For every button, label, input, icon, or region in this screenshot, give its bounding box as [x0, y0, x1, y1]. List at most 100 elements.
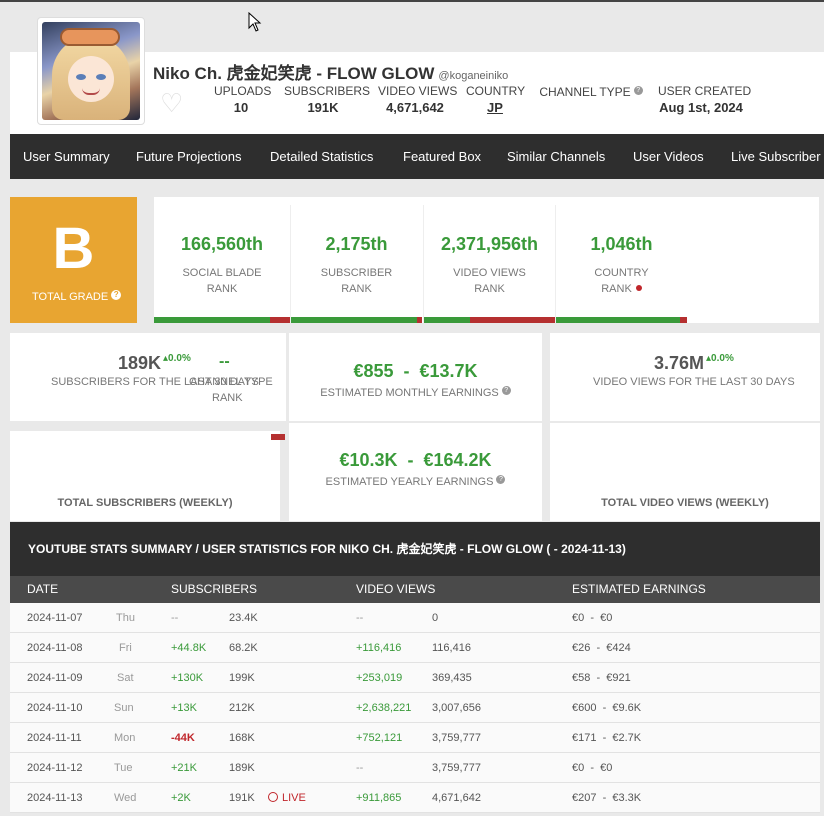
cell-date: 2024-11-12 [27, 762, 83, 774]
tab-live-subscriber[interactable]: Live Subscriber [731, 134, 821, 179]
japan-flag-icon [635, 285, 642, 291]
window-top-border [0, 0, 824, 2]
cell-day: Mon [114, 732, 136, 744]
stat-country: COUNTRY JP [466, 84, 526, 115]
favorite-heart-icon[interactable]: ♡ [160, 90, 188, 116]
cell-earnings: €600 - €9.6K [572, 702, 642, 714]
country-link[interactable]: JP [466, 100, 524, 115]
rank-panel: 166,560th SOCIAL BLADE RANK 2,175th SUBSC… [154, 197, 819, 323]
channel-avatar[interactable] [37, 17, 145, 125]
cell-views: 116,416 [432, 642, 471, 654]
cell-day: Wed [114, 792, 137, 804]
tab-navigation: User Summary Future Projections Detailed… [10, 134, 824, 179]
stats-table-title: YOUTUBE STATS SUMMARY / USER STATISTICS … [10, 522, 820, 576]
help-icon[interactable]: ? [633, 86, 643, 95]
stat-video-views: VIDEO VIEWS 4,671,642 [378, 84, 458, 115]
channel-handle[interactable]: @koganeiniko [438, 70, 508, 82]
rank-social-blade: 166,560th SOCIAL BLADE RANK [154, 205, 290, 323]
cell-views: 4,671,642 [432, 792, 481, 804]
cell-views: 3,759,777 [432, 732, 481, 744]
cell-view-change: -- [356, 612, 364, 624]
cell-sub-change: -- [171, 612, 179, 624]
rank-video-views: 2,371,956th VIDEO VIEWS RANK [423, 205, 555, 323]
cell-view-change: +911,865 [356, 792, 402, 804]
cell-view-change: +2,638,221 [356, 702, 412, 714]
mouse-cursor-icon [248, 12, 262, 32]
cell-subs: 168K [229, 732, 255, 744]
cell-views: 369,435 [432, 672, 472, 684]
cell-date: 2024-11-07 [27, 612, 83, 624]
cell-views: 0 [432, 612, 439, 624]
stat-user-created: USER CREATED Aug 1st, 2024 [658, 84, 752, 115]
col-date: DATE [27, 582, 59, 596]
total-grade-box: B TOTAL GRADE? [10, 197, 137, 323]
cell-day: Tue [114, 762, 133, 774]
cell-view-change: +752,121 [356, 732, 403, 744]
stat-uploads: UPLOADS 10 [214, 84, 272, 115]
cell-subs: 189K [229, 762, 255, 774]
cell-earnings: €0 - €0 [572, 612, 613, 624]
cell-views: 3,759,777 [432, 762, 481, 774]
rank-bar [556, 317, 687, 323]
cell-date: 2024-11-13 [27, 792, 83, 804]
stats-table-header: DATE SUBSCRIBERS VIDEO VIEWS ESTIMATED E… [10, 576, 820, 603]
cell-subs: 23.4K [229, 612, 258, 624]
cell-earnings: €0 - €0 [572, 762, 613, 774]
rank-bar [291, 317, 422, 323]
cell-day: Thu [116, 612, 135, 624]
channel-title: Niko Ch. 虎金妃笑虎 - FLOW GLOW @koganeiniko [153, 59, 508, 84]
cell-date: 2024-11-10 [27, 702, 83, 714]
grade-help-icon[interactable]: ? [111, 290, 122, 300]
live-clock-icon [268, 792, 278, 802]
cell-subs: 212K [229, 702, 255, 714]
cell-date: 2024-11-09 [27, 672, 83, 684]
total-video-views-weekly-panel: TOTAL VIDEO VIEWS (WEEKLY) [550, 423, 820, 521]
help-icon[interactable]: ? [501, 386, 511, 395]
cell-earnings: €171 - €2.7K [572, 732, 642, 744]
live-badge[interactable]: LIVE [268, 783, 306, 813]
table-row: 2024-11-12 Tue +21K 189K -- 3,759,777 €0 - €0 [10, 753, 820, 783]
cell-sub-change: +44.8K [171, 642, 207, 654]
total-subscribers-weekly-panel: TOTAL SUBSCRIBERS (WEEKLY) [10, 431, 285, 521]
col-video-views: VIDEO VIEWS [356, 582, 436, 596]
col-subscribers: SUBSCRIBERS [171, 582, 258, 596]
cell-sub-change: +130K [171, 672, 204, 684]
table-row: 2024-11-13 Wed +2K 191K +911,865 4,671,642 €20… [10, 783, 820, 813]
cell-day: Sat [117, 672, 134, 684]
table-row: 2024-11-11 Mon -44K 168K +752,121 3,759,777 €1… [10, 723, 820, 753]
cell-day: Sun [114, 702, 134, 714]
cell-views: 3,007,656 [432, 702, 481, 714]
cell-subs: 68.2K [229, 642, 258, 654]
tab-user-videos[interactable]: User Videos [633, 134, 704, 179]
table-row: 2024-11-07 Thu -- 23.4K -- 0 €0 - €0 [10, 603, 820, 633]
grade-letter: B [52, 216, 95, 281]
monthly-earnings-panel: €855 - €13.7K ESTIMATED MONTHLY EARNINGS… [289, 333, 542, 421]
cell-subs: 191K [229, 792, 255, 804]
subscribers-30-days-panel: 189K ▴0.0% SUBSCRIBERS FOR THE LAST 30 DA… [10, 333, 286, 421]
cell-view-change: -- [356, 762, 364, 774]
channel-name: Niko Ch. 虎金妃笑虎 - FLOW GLOW [153, 64, 435, 83]
rank-bar [154, 317, 290, 323]
tab-user-summary[interactable]: User Summary [23, 134, 110, 179]
cell-view-change: +116,416 [356, 642, 402, 654]
tab-future-projections[interactable]: Future Projections [136, 134, 242, 179]
help-icon[interactable]: ? [496, 475, 506, 484]
grade-label: TOTAL GRADE [32, 291, 109, 303]
cell-date: 2024-11-08 [27, 642, 83, 654]
tab-detailed-statistics[interactable]: Detailed Statistics [270, 134, 373, 179]
cell-sub-change: +13K [171, 702, 197, 714]
col-estimated-earnings: ESTIMATED EARNINGS [572, 582, 706, 596]
cell-sub-change: -44K [171, 732, 195, 744]
yearly-earnings-panel: €10.3K - €164.2K ESTIMATED YEARLY EARNIN… [289, 423, 542, 521]
rank-subscriber: 2,175th SUBSCRIBER RANK [290, 205, 422, 323]
avatar-image [42, 22, 140, 120]
cell-date: 2024-11-11 [27, 732, 82, 744]
table-row: 2024-11-08 Fri +44.8K 68.2K +116,416 116,416 €… [10, 633, 820, 663]
rank-bar [424, 317, 555, 323]
tab-similar-channels[interactable]: Similar Channels [507, 134, 605, 179]
cell-day: Fri [119, 642, 132, 654]
cell-earnings: €207 - €3.3K [572, 792, 642, 804]
rank-country: 1,046th COUNTRY RANK [555, 205, 687, 323]
stat-channel-type: CHANNEL TYPE? [538, 84, 644, 99]
tab-featured-box[interactable]: Featured Box [403, 134, 481, 179]
